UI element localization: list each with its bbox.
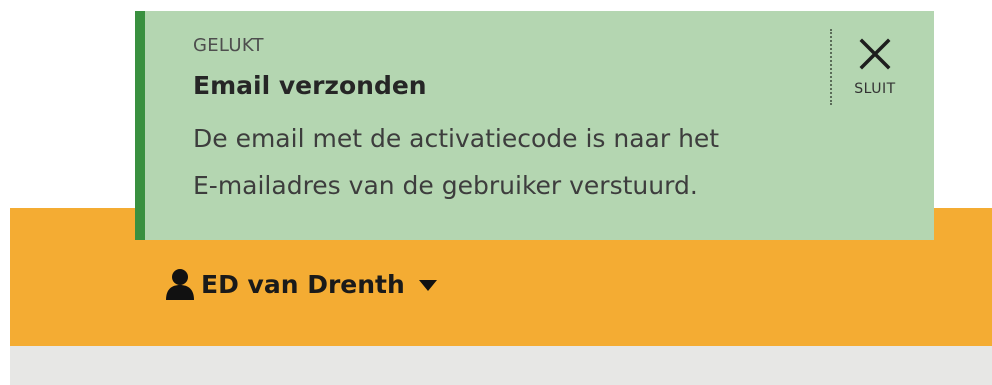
close-divider bbox=[830, 29, 832, 105]
notification-message-line: E-mailadres van de gebruiker verstuurd. bbox=[193, 171, 698, 200]
subheader-bar bbox=[10, 346, 992, 385]
notification-message: De email met de activatiecode is naar he… bbox=[193, 115, 843, 209]
user-icon bbox=[166, 269, 194, 300]
success-notification: GELUKT Email verzonden De email met de a… bbox=[135, 11, 934, 240]
close-notification-button[interactable]: SLUIT bbox=[843, 31, 907, 101]
caret-down-icon bbox=[418, 280, 437, 291]
close-icon bbox=[859, 38, 891, 70]
user-menu-toggle[interactable]: ED van Drenth bbox=[165, 268, 437, 300]
notification-status-label: GELUKT bbox=[193, 35, 264, 56]
notification-message-line: De email met de activatiecode is naar he… bbox=[193, 124, 720, 153]
notification-title: Email verzonden bbox=[193, 71, 427, 100]
user-name: ED van Drenth bbox=[201, 269, 405, 299]
close-label: SLUIT bbox=[854, 81, 896, 97]
